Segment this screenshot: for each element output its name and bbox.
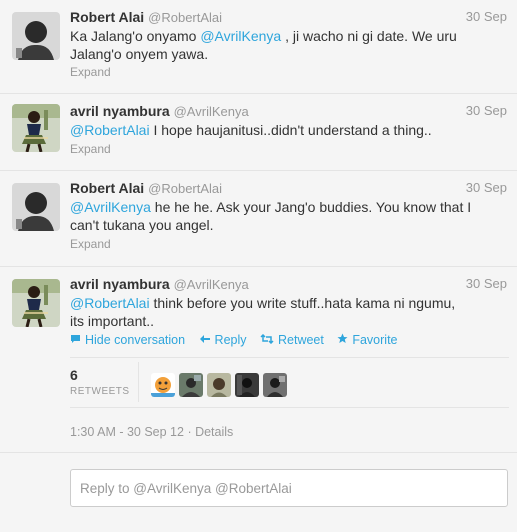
expand-link[interactable]: Expand xyxy=(70,237,111,251)
username[interactable]: @AvrilKenya xyxy=(174,277,249,292)
retweeter-avatar[interactable] xyxy=(263,373,287,397)
tweet-text: @RobertAlai I hope haujanitusi..didn't u… xyxy=(70,121,490,139)
timestamp[interactable]: 30 Sep xyxy=(466,180,507,195)
retweet-icon xyxy=(260,333,274,347)
hide-conversation-link[interactable]: Hide conversation xyxy=(70,333,185,347)
retweet-button[interactable]: Retweet xyxy=(260,333,324,347)
expand-link[interactable]: Expand xyxy=(70,142,111,156)
text-segment: I hope haujanitusi..didn't understand a … xyxy=(149,122,432,138)
avatar[interactable] xyxy=(12,279,60,327)
tweet-text: @RobertAlai think before you write stuff… xyxy=(70,294,470,330)
tweet-header: Robert Alai @RobertAlai 30 Sep xyxy=(70,9,507,27)
hide-conversation-label: Hide conversation xyxy=(85,333,186,347)
divider xyxy=(70,357,509,358)
favorite-button[interactable]: Favorite xyxy=(337,333,398,347)
reply-button[interactable]: Reply xyxy=(199,333,247,347)
tweet-item-expanded[interactable]: avril nyambura @AvrilKenya 30 Sep @Robert… xyxy=(0,267,517,453)
mention-link[interactable]: @RobertAlai xyxy=(70,295,150,311)
retweet-count[interactable]: 6 xyxy=(70,367,78,383)
username[interactable]: @RobertAlai xyxy=(148,181,222,196)
retweeter-avatar[interactable] xyxy=(179,373,203,397)
mention-link[interactable]: @RobertAlai xyxy=(70,122,150,138)
username[interactable]: @AvrilKenya xyxy=(174,104,249,119)
text-segment: Ka Jalang'o onyamo xyxy=(70,28,201,44)
retweeter-avatar[interactable] xyxy=(235,373,259,397)
reply-label: Reply xyxy=(214,333,247,347)
reply-input[interactable] xyxy=(71,470,507,506)
retweet-count-label[interactable]: RETWEETS xyxy=(70,386,130,397)
tweet-item[interactable]: avril nyambura @AvrilKenya 30 Sep @Robert… xyxy=(0,94,517,171)
timestamp[interactable]: 30 Sep xyxy=(466,103,507,118)
speech-bubble-icon xyxy=(70,333,81,347)
tweet-text: Ka Jalang'o onyamo @AvrilKenya , ji wach… xyxy=(70,27,470,63)
retweet-label: Retweet xyxy=(278,333,324,347)
tweet-item[interactable]: Robert Alai @RobertAlai 30 Sep Ka Jalang'… xyxy=(0,0,517,94)
avatar[interactable] xyxy=(12,104,60,152)
avatar[interactable] xyxy=(12,12,60,60)
timestamp[interactable]: 30 Sep xyxy=(466,9,507,24)
tweet-header: Robert Alai @RobertAlai 30 Sep xyxy=(70,180,507,198)
retweeter-avatar[interactable] xyxy=(207,373,231,397)
star-icon xyxy=(337,333,348,347)
favorite-label: Favorite xyxy=(352,333,398,347)
retweeter-avatars xyxy=(151,373,291,397)
divider xyxy=(70,407,509,408)
reply-box[interactable] xyxy=(70,469,508,507)
reply-arrow-icon xyxy=(199,333,211,347)
tweet-text: @AvrilKenya he he he. Ask your Jang'o bu… xyxy=(70,198,480,234)
timestamp[interactable]: 30 Sep xyxy=(466,276,507,291)
username[interactable]: @RobertAlai xyxy=(148,10,222,25)
tweet-item[interactable]: Robert Alai @RobertAlai 30 Sep @AvrilKeny… xyxy=(0,171,517,267)
tweet-actions: Hide conversation Reply Retweet Favorite xyxy=(70,333,408,347)
expand-link[interactable]: Expand xyxy=(70,65,111,79)
tweet-meta-details[interactable]: 1:30 AM - 30 Sep 12 · Details xyxy=(70,425,233,439)
fullname[interactable]: avril nyambura xyxy=(70,276,170,292)
fullname[interactable]: Robert Alai xyxy=(70,180,144,196)
stats-divider xyxy=(138,362,139,402)
retweeter-avatar[interactable] xyxy=(151,373,175,397)
fullname[interactable]: avril nyambura xyxy=(70,103,170,119)
conversation-timeline: Robert Alai @RobertAlai 30 Sep Ka Jalang'… xyxy=(0,0,517,532)
mention-link[interactable]: @AvrilKenya xyxy=(200,28,281,44)
tweet-header: avril nyambura @AvrilKenya 30 Sep xyxy=(70,276,507,294)
mention-link[interactable]: @AvrilKenya xyxy=(70,199,151,215)
tweet-header: avril nyambura @AvrilKenya 30 Sep xyxy=(70,103,507,121)
avatar[interactable] xyxy=(12,183,60,231)
fullname[interactable]: Robert Alai xyxy=(70,9,144,25)
